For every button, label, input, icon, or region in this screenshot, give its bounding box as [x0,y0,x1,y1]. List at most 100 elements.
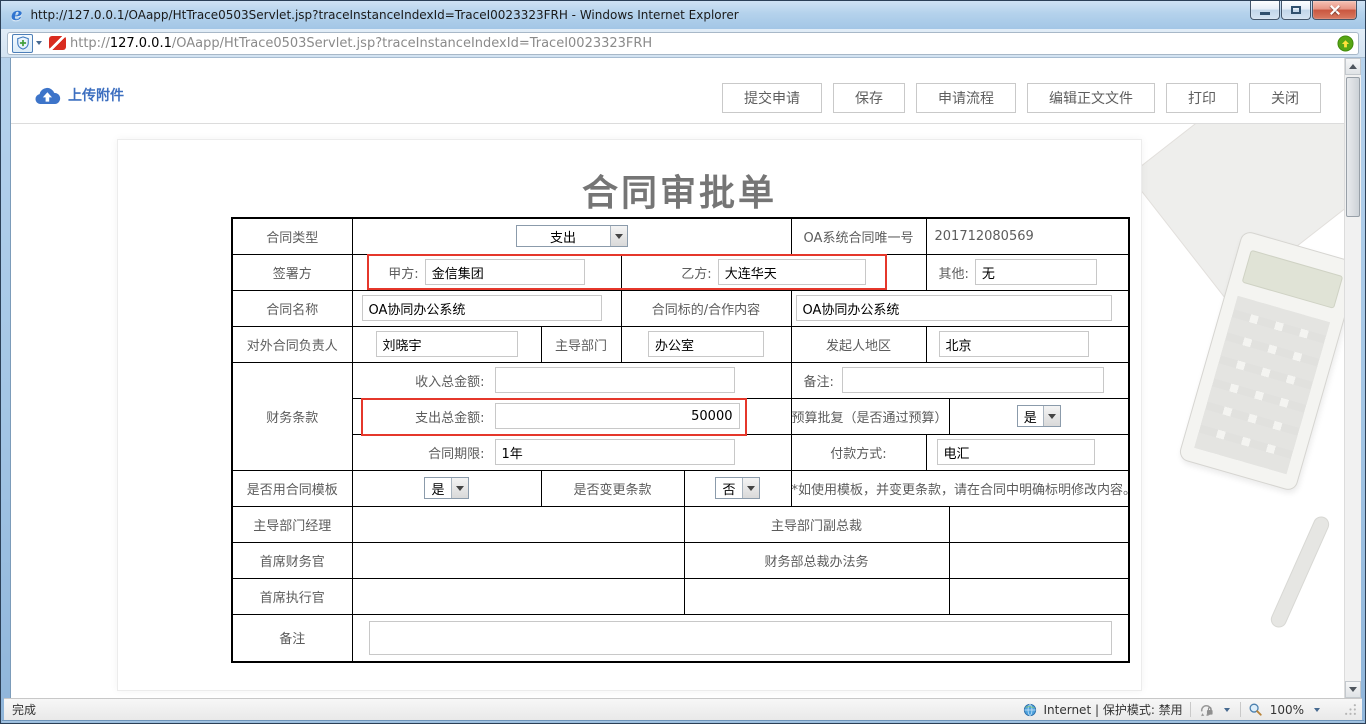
form-title: 合同审批单 [231,164,1128,216]
addon-shield-icon[interactable] [12,34,33,53]
expense-total-label: 支出总金额: [353,407,485,426]
toolbar-divider [11,123,1344,124]
other-party-cell: 其他: [926,254,1129,290]
contract-subject-label: 合同标的/合作内容 [621,290,791,326]
finance-note-input[interactable] [842,367,1104,393]
external-owner-input[interactable] [376,331,518,357]
chevron-down-icon [742,478,759,498]
signature-cell [352,506,684,542]
approver-label: 财务部总裁办法务 [684,542,949,578]
lead-dept-cell [621,326,791,362]
page-content: 上传附件 提交申请 保存 申请流程 编辑正文文件 打印 关闭 合同审批单 [10,58,1344,698]
party-a-input[interactable] [425,259,585,285]
submit-application-button[interactable]: 提交申请 [722,83,822,113]
arrow-up-icon [1349,64,1357,69]
maximize-button[interactable] [1281,1,1311,20]
use-template-select[interactable]: 是 [424,477,468,499]
contract-type-select[interactable]: 支出 [516,225,628,247]
contract-type-cell: 支出 [352,218,791,254]
budget-approval-cell: 是 [949,398,1129,434]
income-total-cell: 收入总金额: [352,362,791,398]
contract-approval-table: 合同类型 支出 OA系统合同唯一号 201712080569 签署方 [231,217,1130,663]
address-bar: http://127.0.0.1/OAapp/HtTrace0503Servle… [1,29,1365,58]
protected-mode-icon[interactable] [1198,702,1214,717]
zoom-level[interactable]: 100% [1270,703,1304,717]
browser-window: e http://127.0.0.1/OAapp/HtTrace0503Serv… [0,0,1366,724]
vertical-scrollbar[interactable] [1344,58,1361,698]
row-income: 财务条款 收入总金额: 备注: [232,362,1129,398]
table-wrap: 合同类型 支出 OA系统合同唯一号 201712080569 签署方 [231,217,1128,663]
payment-method-label: 付款方式: [791,434,926,470]
url-text[interactable]: http://127.0.0.1/OAapp/HtTrace0503Servle… [70,36,1331,51]
contract-name-input[interactable] [362,295,602,321]
close-page-button[interactable]: 关闭 [1249,83,1321,113]
row-term: 合同期限: 付款方式: [232,434,1129,470]
window-title: http://127.0.0.1/OAapp/HtTrace0503Servle… [30,8,738,22]
party-a-label: 甲方: [388,263,418,282]
budget-approval-select[interactable]: 是 [1017,405,1061,427]
expense-total-input[interactable] [495,403,740,429]
contract-term-cell: 合同期限: [352,434,791,470]
budget-approval-label: 预算批复（是否通过预算）: [791,398,949,434]
row-signers: 签署方 甲方: 乙方: 其他: [232,254,1129,290]
desk-photo-backdrop [1142,124,1344,684]
application-flow-button[interactable]: 申请流程 [916,83,1016,113]
signers-label: 签署方 [232,254,352,290]
oa-number-label: OA系统合同唯一号 [791,218,926,254]
signature-cell [949,578,1129,614]
form-card: 合同审批单 合同类型 支出 [117,139,1142,691]
finance-note-cell: 备注: [791,362,1129,398]
separator [1240,702,1241,717]
approver-label: 主导部门经理 [232,506,352,542]
row-remark: 备注 [232,614,1129,662]
scroll-down-button[interactable] [1345,681,1361,698]
other-party-input[interactable] [975,259,1097,285]
client-area: 上传附件 提交申请 保存 申请流程 编辑正文文件 打印 关闭 合同审批单 [1,58,1365,698]
keyboard-photo [1142,124,1344,301]
scroll-up-button[interactable] [1345,58,1361,75]
change-terms-select[interactable]: 否 [715,477,759,499]
remark-cell [352,614,1129,662]
download-addon-icon[interactable] [49,36,66,50]
chevron-down-icon[interactable] [1224,708,1230,712]
close-button[interactable] [1312,1,1357,20]
print-button[interactable]: 打印 [1166,83,1238,113]
external-owner-cell [352,326,541,362]
contract-subject-input[interactable] [796,295,1112,321]
change-terms-cell: 否 [684,470,791,506]
save-button[interactable]: 保存 [833,83,905,113]
resize-grip[interactable] [1344,703,1358,717]
initiator-region-input[interactable] [939,331,1089,357]
action-toolbar: 提交申请 保存 申请流程 编辑正文文件 打印 关闭 [722,83,1321,113]
calculator-photo [1178,230,1344,492]
chevron-down-icon[interactable] [1314,708,1320,712]
minimize-button[interactable] [1250,1,1280,20]
edit-body-file-button[interactable]: 编辑正文文件 [1027,83,1155,113]
internet-zone-globe-icon [1023,703,1037,717]
scrollbar-track[interactable] [1345,75,1361,681]
expense-total-cell: 支出总金额: [352,398,791,434]
change-terms-label: 是否变更条款 [541,470,684,506]
minimize-icon [1260,12,1270,15]
title-bar: e http://127.0.0.1/OAapp/HtTrace0503Serv… [1,1,1365,29]
payment-method-input[interactable] [937,439,1095,465]
party-b-cell: 乙方: [621,254,926,290]
remark-input[interactable] [369,621,1112,655]
addon-dropdown-icon[interactable] [36,41,42,45]
lead-dept-input[interactable] [648,331,764,357]
accelerator-ball-icon[interactable] [1337,35,1354,52]
party-a-cell: 甲方: [352,254,621,290]
approver-label: 首席执行官 [232,578,352,614]
contract-term-input[interactable] [495,439,735,465]
row-contract-name: 合同名称 合同标的/合作内容 [232,290,1129,326]
zoom-magnifier-icon[interactable] [1248,702,1263,717]
income-total-input[interactable] [495,367,735,393]
url-field[interactable]: http://127.0.0.1/OAapp/HtTrace0503Servle… [7,32,1359,55]
row-dept-manager: 主导部门经理 主导部门副总裁 [232,506,1129,542]
signature-cell [684,578,949,614]
signature-cell [352,542,684,578]
other-party-label: 其他: [939,263,969,282]
party-b-input[interactable] [718,259,866,285]
scrollbar-thumb[interactable] [1346,77,1360,217]
upload-attachment-button[interactable]: 上传附件 [34,85,124,105]
